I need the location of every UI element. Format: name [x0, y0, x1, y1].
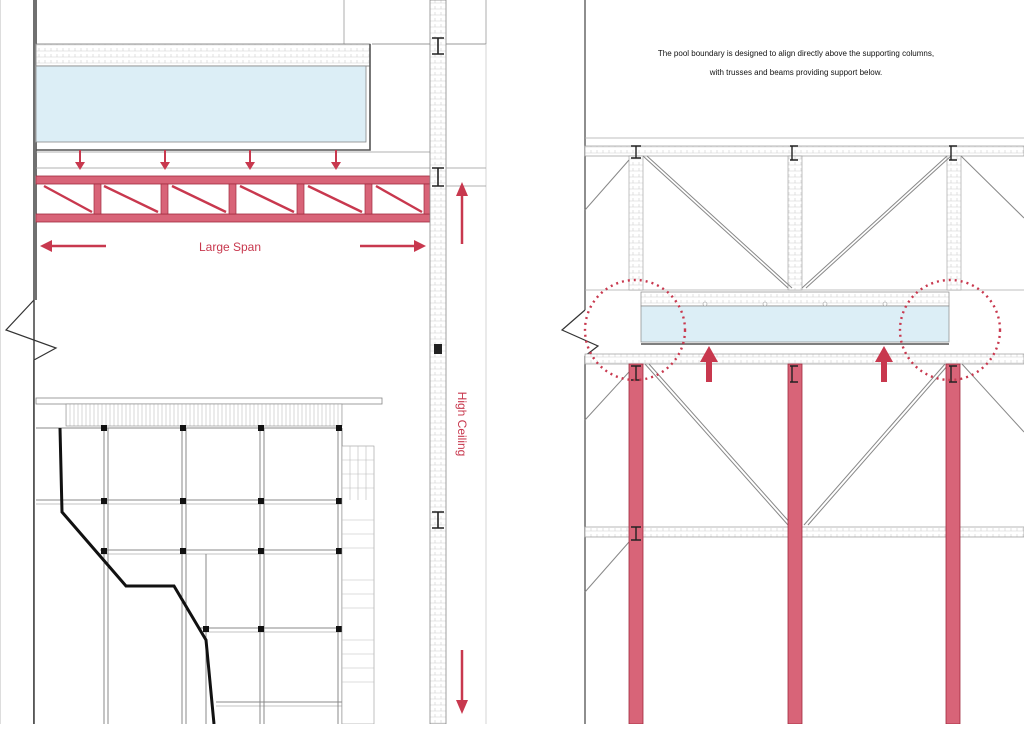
high-ceiling-label: High Ceiling — [455, 392, 469, 457]
break-line-left — [4, 299, 58, 361]
lower-building-frame — [35, 397, 383, 725]
right-panel: The pool boundary is designed to align d… — [560, 0, 1024, 725]
pool-edge-tiles — [35, 43, 371, 67]
drawing-sheet: Large Span High Ceiling The pool boundar… — [0, 0, 1024, 725]
architectural-section: Large Span High Ceiling The pool boundar… — [0, 0, 1024, 725]
pool-section — [640, 291, 950, 345]
supporting-columns — [628, 363, 961, 725]
upper-columns — [628, 155, 962, 291]
load-arrows — [75, 150, 341, 170]
ground-profile — [58, 427, 216, 725]
break-line-right — [560, 309, 600, 357]
left-panel: Large Span High Ceiling — [0, 0, 487, 725]
large-span-label: Large Span — [199, 240, 261, 254]
tall-column — [429, 0, 447, 725]
note-line-1: The pool boundary is designed to align d… — [658, 49, 934, 58]
red-truss — [35, 175, 432, 223]
pool-water — [35, 65, 367, 143]
note-line-2: with trusses and beams providing support… — [709, 68, 883, 77]
